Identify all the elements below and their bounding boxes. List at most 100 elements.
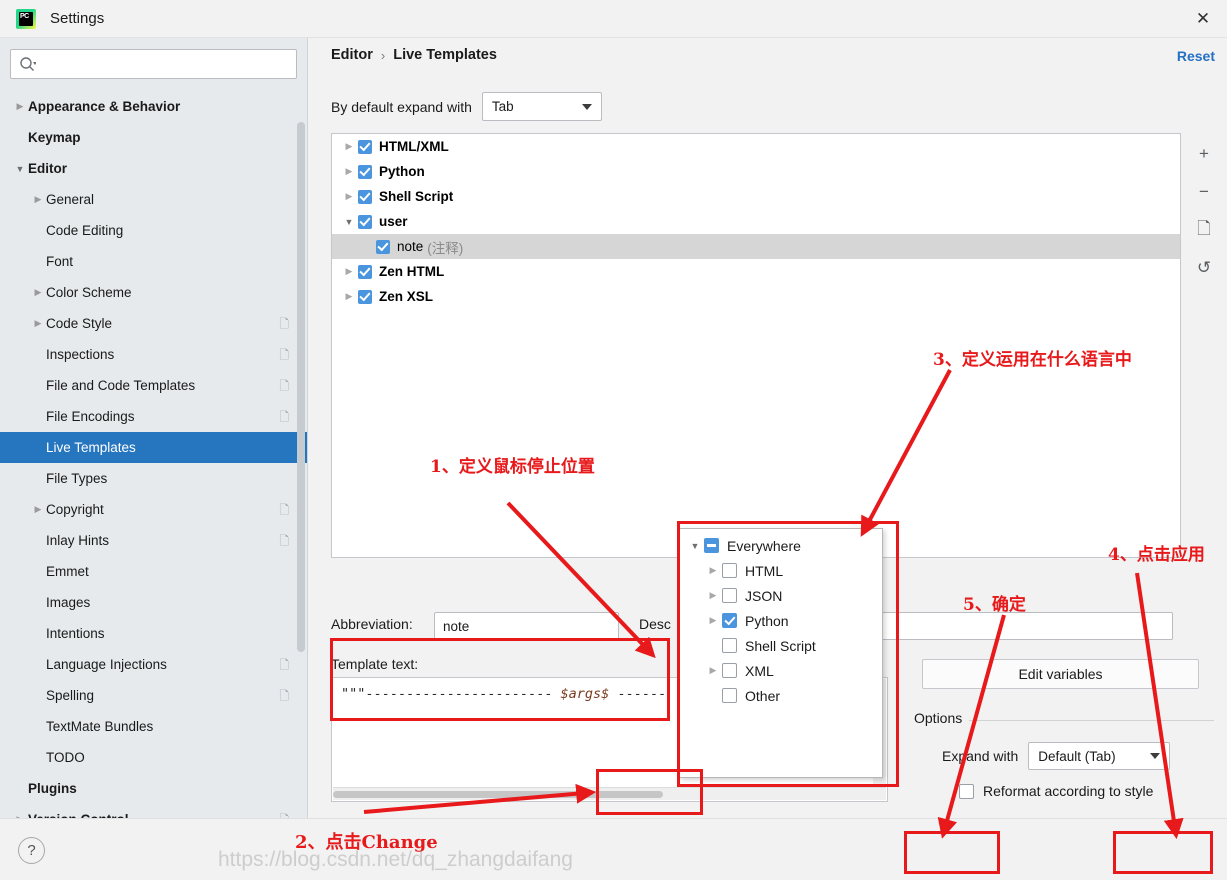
template-tree-row[interactable]: ▶ HTML/XML [332,134,1180,159]
reformat-row[interactable]: Reformat according to style [959,783,1153,799]
popup-language-checkbox[interactable] [722,663,737,678]
chevron-right-icon: ▶ [345,291,353,301]
template-checkbox[interactable] [376,239,390,254]
sidebar-item-code-style[interactable]: ▶ Code Style 🗋 [0,308,307,339]
popup-language-checkbox[interactable] [722,638,737,653]
template-checkbox[interactable] [358,264,372,279]
sidebar-item-font[interactable]: Font [0,246,307,277]
sidebar-item-appearance-behavior[interactable]: ▶ Appearance & Behavior [0,91,307,122]
sidebar-item-general[interactable]: ▶ General [0,184,307,215]
search-input[interactable] [36,50,296,78]
copy-settings-icon[interactable]: 🗋 [279,690,289,702]
sidebar-item-file-types[interactable]: File Types [0,463,307,494]
settings-sidebar: ▶ Appearance & Behavior Keymap ▼ Editor ▶ Gen… [0,38,308,818]
add-icon[interactable]: + [1191,141,1217,167]
sidebar-item-file-encodings[interactable]: File Encodings 🗋 [0,401,307,432]
sidebar-item-emmet[interactable]: Emmet [0,556,307,587]
abbreviation-input[interactable] [434,612,619,640]
sidebar-item-color-scheme[interactable]: ▶ Color Scheme [0,277,307,308]
template-tree-row[interactable]: ▶ Shell Script [332,184,1180,209]
template-checkbox[interactable] [358,289,372,304]
sidebar-item-label: Editor [28,161,67,176]
copy-settings-icon[interactable]: 🗋 [279,659,289,671]
template-tree-description: (注释) [427,240,464,256]
sidebar-item-label: TextMate Bundles [46,719,154,734]
options-title: Options [914,710,970,726]
template-text-hscrollbar[interactable] [333,787,886,800]
default-expand-select[interactable]: Tab [481,92,602,121]
search-box[interactable] [10,49,297,79]
chevron-right-icon: ▶ [709,615,717,625]
template-checkbox[interactable] [358,139,372,154]
abbreviation-label: Abbreviation: [331,616,413,632]
sidebar-item-label: Live Templates [46,440,136,455]
template-tree-row[interactable]: ▼ user [332,209,1180,234]
sidebar-item-spelling[interactable]: Spelling 🗋 [0,680,307,711]
popup-language-row[interactable]: ▶ XML [680,658,882,683]
popup-language-checkbox[interactable] [722,588,737,603]
sidebar-item-copyright[interactable]: ▶ Copyright 🗋 [0,494,307,525]
popup-language-row[interactable]: ▼ Everywhere [680,533,882,558]
sidebar-item-images[interactable]: Images [0,587,307,618]
popup-language-row[interactable]: ▶ HTML [680,558,882,583]
sidebar-item-inspections[interactable]: Inspections 🗋 [0,339,307,370]
sidebar-item-label: Color Scheme [46,285,132,300]
template-tree-row[interactable]: note (注释) [332,234,1180,259]
copy-settings-icon[interactable]: 🗋 [279,504,289,516]
copy-settings-icon[interactable]: 🗋 [279,349,289,361]
sidebar-item-version-control[interactable]: ▶Version Control🗋 [0,804,307,818]
edit-variables-button[interactable]: Edit variables [922,659,1199,689]
sidebar-scrollbar[interactable] [297,122,305,652]
sidebar-item-plugins[interactable]: Plugins [0,773,307,804]
popup-language-checkbox[interactable] [704,538,719,553]
popup-language-checkbox[interactable] [722,688,737,703]
copy-settings-icon[interactable]: 🗋 [279,535,289,547]
popup-language-checkbox[interactable] [722,613,737,628]
template-tree-row[interactable]: ▶ Zen HTML [332,259,1180,284]
expand-with-value: Default (Tab) [1038,748,1116,764]
sidebar-item-intentions[interactable]: Intentions [0,618,307,649]
template-checkbox[interactable] [358,189,372,204]
close-icon[interactable]: ✕ [1179,0,1227,38]
duplicate-icon[interactable]: 🗋 [1191,217,1217,243]
revert-icon[interactable]: ↺ [1191,255,1217,281]
sidebar-item-keymap[interactable]: Keymap [0,122,307,153]
sidebar-item-code-editing[interactable]: Code Editing [0,215,307,246]
expand-with-select[interactable]: Default (Tab) [1028,742,1171,770]
popup-language-row[interactable]: Shell Script [680,633,882,658]
copy-settings-icon[interactable]: 🗋 [279,411,289,423]
default-expand-value: Tab [491,99,514,114]
popup-language-row[interactable]: Other [680,683,882,708]
sidebar-item-todo[interactable]: TODO [0,742,307,773]
reformat-checkbox[interactable] [959,783,974,799]
reset-link[interactable]: Reset [1177,48,1215,64]
template-tree-label: user [379,214,408,229]
help-button[interactable]: ? [18,837,45,864]
popup-language-checkbox[interactable] [722,563,737,578]
sidebar-item-language-injections[interactable]: Language Injections 🗋 [0,649,307,680]
popup-language-row[interactable]: ▶ JSON [680,583,882,608]
copy-settings-icon[interactable]: 🗋 [279,318,289,330]
template-text-suffix: ------ [609,686,667,702]
template-tree-label: Zen XSL [379,289,434,304]
template-checkbox[interactable] [358,214,372,229]
sidebar-item-live-templates[interactable]: Live Templates [0,432,307,463]
template-tree-label: note [397,239,424,254]
sidebar-item-inlay-hints[interactable]: Inlay Hints 🗋 [0,525,307,556]
sidebar-tree: ▶ Appearance & Behavior Keymap ▼ Editor ▶ Gen… [0,85,307,818]
sidebar-item-editor[interactable]: ▼ Editor [0,153,307,184]
no-chevron-spacer [30,536,46,546]
no-chevron-spacer [30,660,46,670]
expand-with-row: Expand with Default (Tab) [942,742,1171,770]
template-tree-row[interactable]: ▶ Python [332,159,1180,184]
breadcrumb-parent[interactable]: Editor [331,47,373,63]
copy-settings-icon[interactable]: 🗋 [279,380,289,392]
template-checkbox[interactable] [358,164,372,179]
popup-language-row[interactable]: ▶ Python [680,608,882,633]
sidebar-item-file-and-code-templates[interactable]: File and Code Templates 🗋 [0,370,307,401]
sidebar-item-label: Code Style [46,316,113,331]
remove-icon[interactable]: − [1191,179,1217,205]
chevron-down-icon [1150,753,1161,759]
sidebar-item-textmate-bundles[interactable]: TextMate Bundles [0,711,307,742]
template-tree-row[interactable]: ▶ Zen XSL [332,284,1180,309]
